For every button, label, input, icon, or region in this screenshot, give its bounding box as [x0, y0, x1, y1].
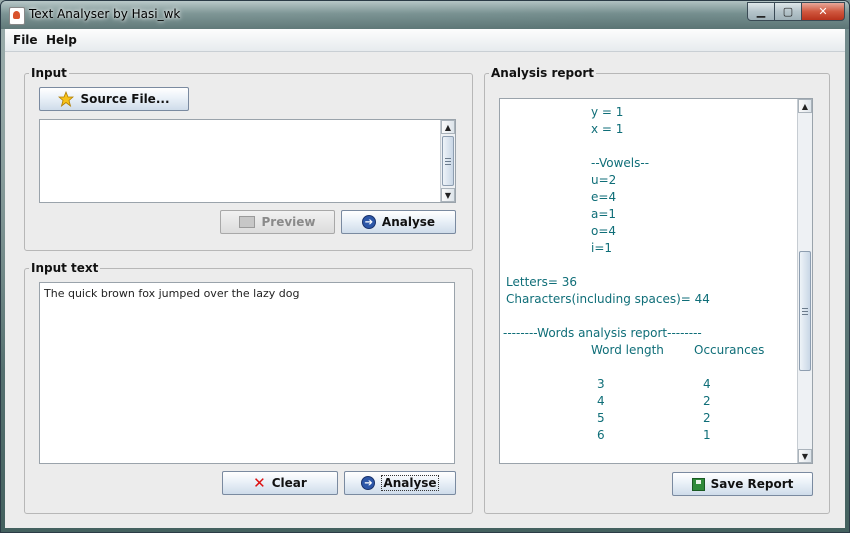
input-text-content: The quick brown fox jumped over the lazy… — [44, 287, 300, 300]
analyse-text-button[interactable]: ➔ Analyse — [344, 471, 456, 495]
save-icon — [691, 477, 705, 491]
report-line: Characters(including spaces)= 44 — [506, 292, 710, 306]
menu-file[interactable]: File — [13, 33, 38, 47]
report-line: i=1 — [591, 241, 613, 255]
report-line: --------Words analysis report-------- — [503, 326, 702, 340]
report-line: 2 — [703, 411, 711, 425]
report-line: a=1 — [591, 207, 617, 221]
preview-label: Preview — [261, 215, 316, 229]
report-line: 4 — [703, 377, 711, 391]
scroll-thumb[interactable] — [442, 136, 454, 186]
report-line: y = 1 — [591, 105, 624, 119]
report-scrollbar[interactable]: ▲ ▼ — [797, 99, 812, 463]
title-bar[interactable]: Text Analyser by Hasi_wk ▁ ▢ ✕ — [1, 1, 849, 29]
analysis-report-group: Analysis report y = 1 x = 1 --Vowels-- u… — [484, 66, 830, 514]
input-group-title: Input — [29, 66, 69, 80]
analyse-text-label: Analyse — [381, 475, 439, 491]
preview-button[interactable]: Preview — [220, 210, 335, 234]
scroll-down-arrow[interactable]: ▼ — [441, 188, 455, 202]
report-line: 3 — [597, 377, 605, 391]
close-icon: ✕ — [818, 5, 828, 18]
maximize-icon: ▢ — [782, 5, 794, 18]
analyse-source-label: Analyse — [381, 215, 436, 229]
report-line: 5 — [597, 411, 605, 425]
source-scrollbar[interactable]: ▲ ▼ — [440, 120, 455, 202]
clear-label: Clear — [271, 476, 307, 490]
minimize-icon: ▁ — [756, 5, 766, 18]
source-file-label: Source File... — [80, 92, 170, 106]
save-report-label: Save Report — [710, 477, 794, 491]
analyse-source-button[interactable]: ➔ Analyse — [341, 210, 456, 234]
arrow-circle-icon: ➔ — [361, 476, 376, 490]
report-line: 4 — [597, 394, 605, 408]
menu-help[interactable]: Help — [46, 33, 77, 47]
report-textarea[interactable]: y = 1 x = 1 --Vowels-- u=2 e=4 a=1 o=4 i… — [499, 98, 813, 464]
scroll-thumb[interactable] — [799, 251, 811, 371]
x-icon: ✕ — [253, 474, 266, 492]
input-text-group: Input text The quick brown fox jumped ov… — [24, 261, 473, 514]
report-line: 2 — [703, 394, 711, 408]
client-area: File Help Input Source File... ▲ ▼ Previ… — [5, 29, 845, 528]
source-textarea[interactable]: ▲ ▼ — [39, 119, 456, 203]
report-line: u=2 — [591, 173, 617, 187]
scroll-up-arrow[interactable]: ▲ — [441, 120, 455, 134]
scroll-down-arrow[interactable]: ▼ — [798, 449, 812, 463]
report-line: 1 — [703, 428, 711, 442]
report-line: Letters= 36 — [506, 275, 577, 289]
grip-icon — [445, 157, 451, 165]
app-window: Text Analyser by Hasi_wk ▁ ▢ ✕ File Help… — [0, 0, 850, 533]
source-file-button[interactable]: Source File... — [39, 87, 189, 111]
report-line: Occurances — [694, 343, 765, 357]
report-line: x = 1 — [591, 122, 624, 136]
grip-icon — [802, 307, 808, 315]
maximize-button[interactable]: ▢ — [774, 2, 802, 21]
analysis-report-title: Analysis report — [489, 66, 596, 80]
arrow-circle-icon: ➔ — [361, 215, 376, 229]
minimize-button[interactable]: ▁ — [747, 2, 775, 21]
close-button[interactable]: ✕ — [801, 2, 845, 21]
window-title: Text Analyser by Hasi_wk — [29, 7, 181, 21]
java-app-icon — [9, 7, 25, 25]
clear-button[interactable]: ✕ Clear — [222, 471, 338, 495]
report-line: 6 — [597, 428, 605, 442]
report-line: e=4 — [591, 190, 617, 204]
report-line: Word length — [591, 343, 664, 357]
input-group: Input Source File... ▲ ▼ Preview ➔ Analy… — [24, 66, 473, 251]
save-report-button[interactable]: Save Report — [672, 472, 813, 496]
preview-icon — [239, 216, 256, 228]
window-controls: ▁ ▢ ✕ — [747, 2, 845, 21]
menu-bar: File Help — [5, 29, 845, 52]
report-line: --Vowels-- — [591, 156, 650, 170]
input-text-group-title: Input text — [29, 261, 101, 275]
scroll-up-arrow[interactable]: ▲ — [798, 99, 812, 113]
report-line: o=4 — [591, 224, 617, 238]
input-text-area[interactable]: The quick brown fox jumped over the lazy… — [39, 282, 455, 464]
star-icon — [58, 91, 75, 107]
